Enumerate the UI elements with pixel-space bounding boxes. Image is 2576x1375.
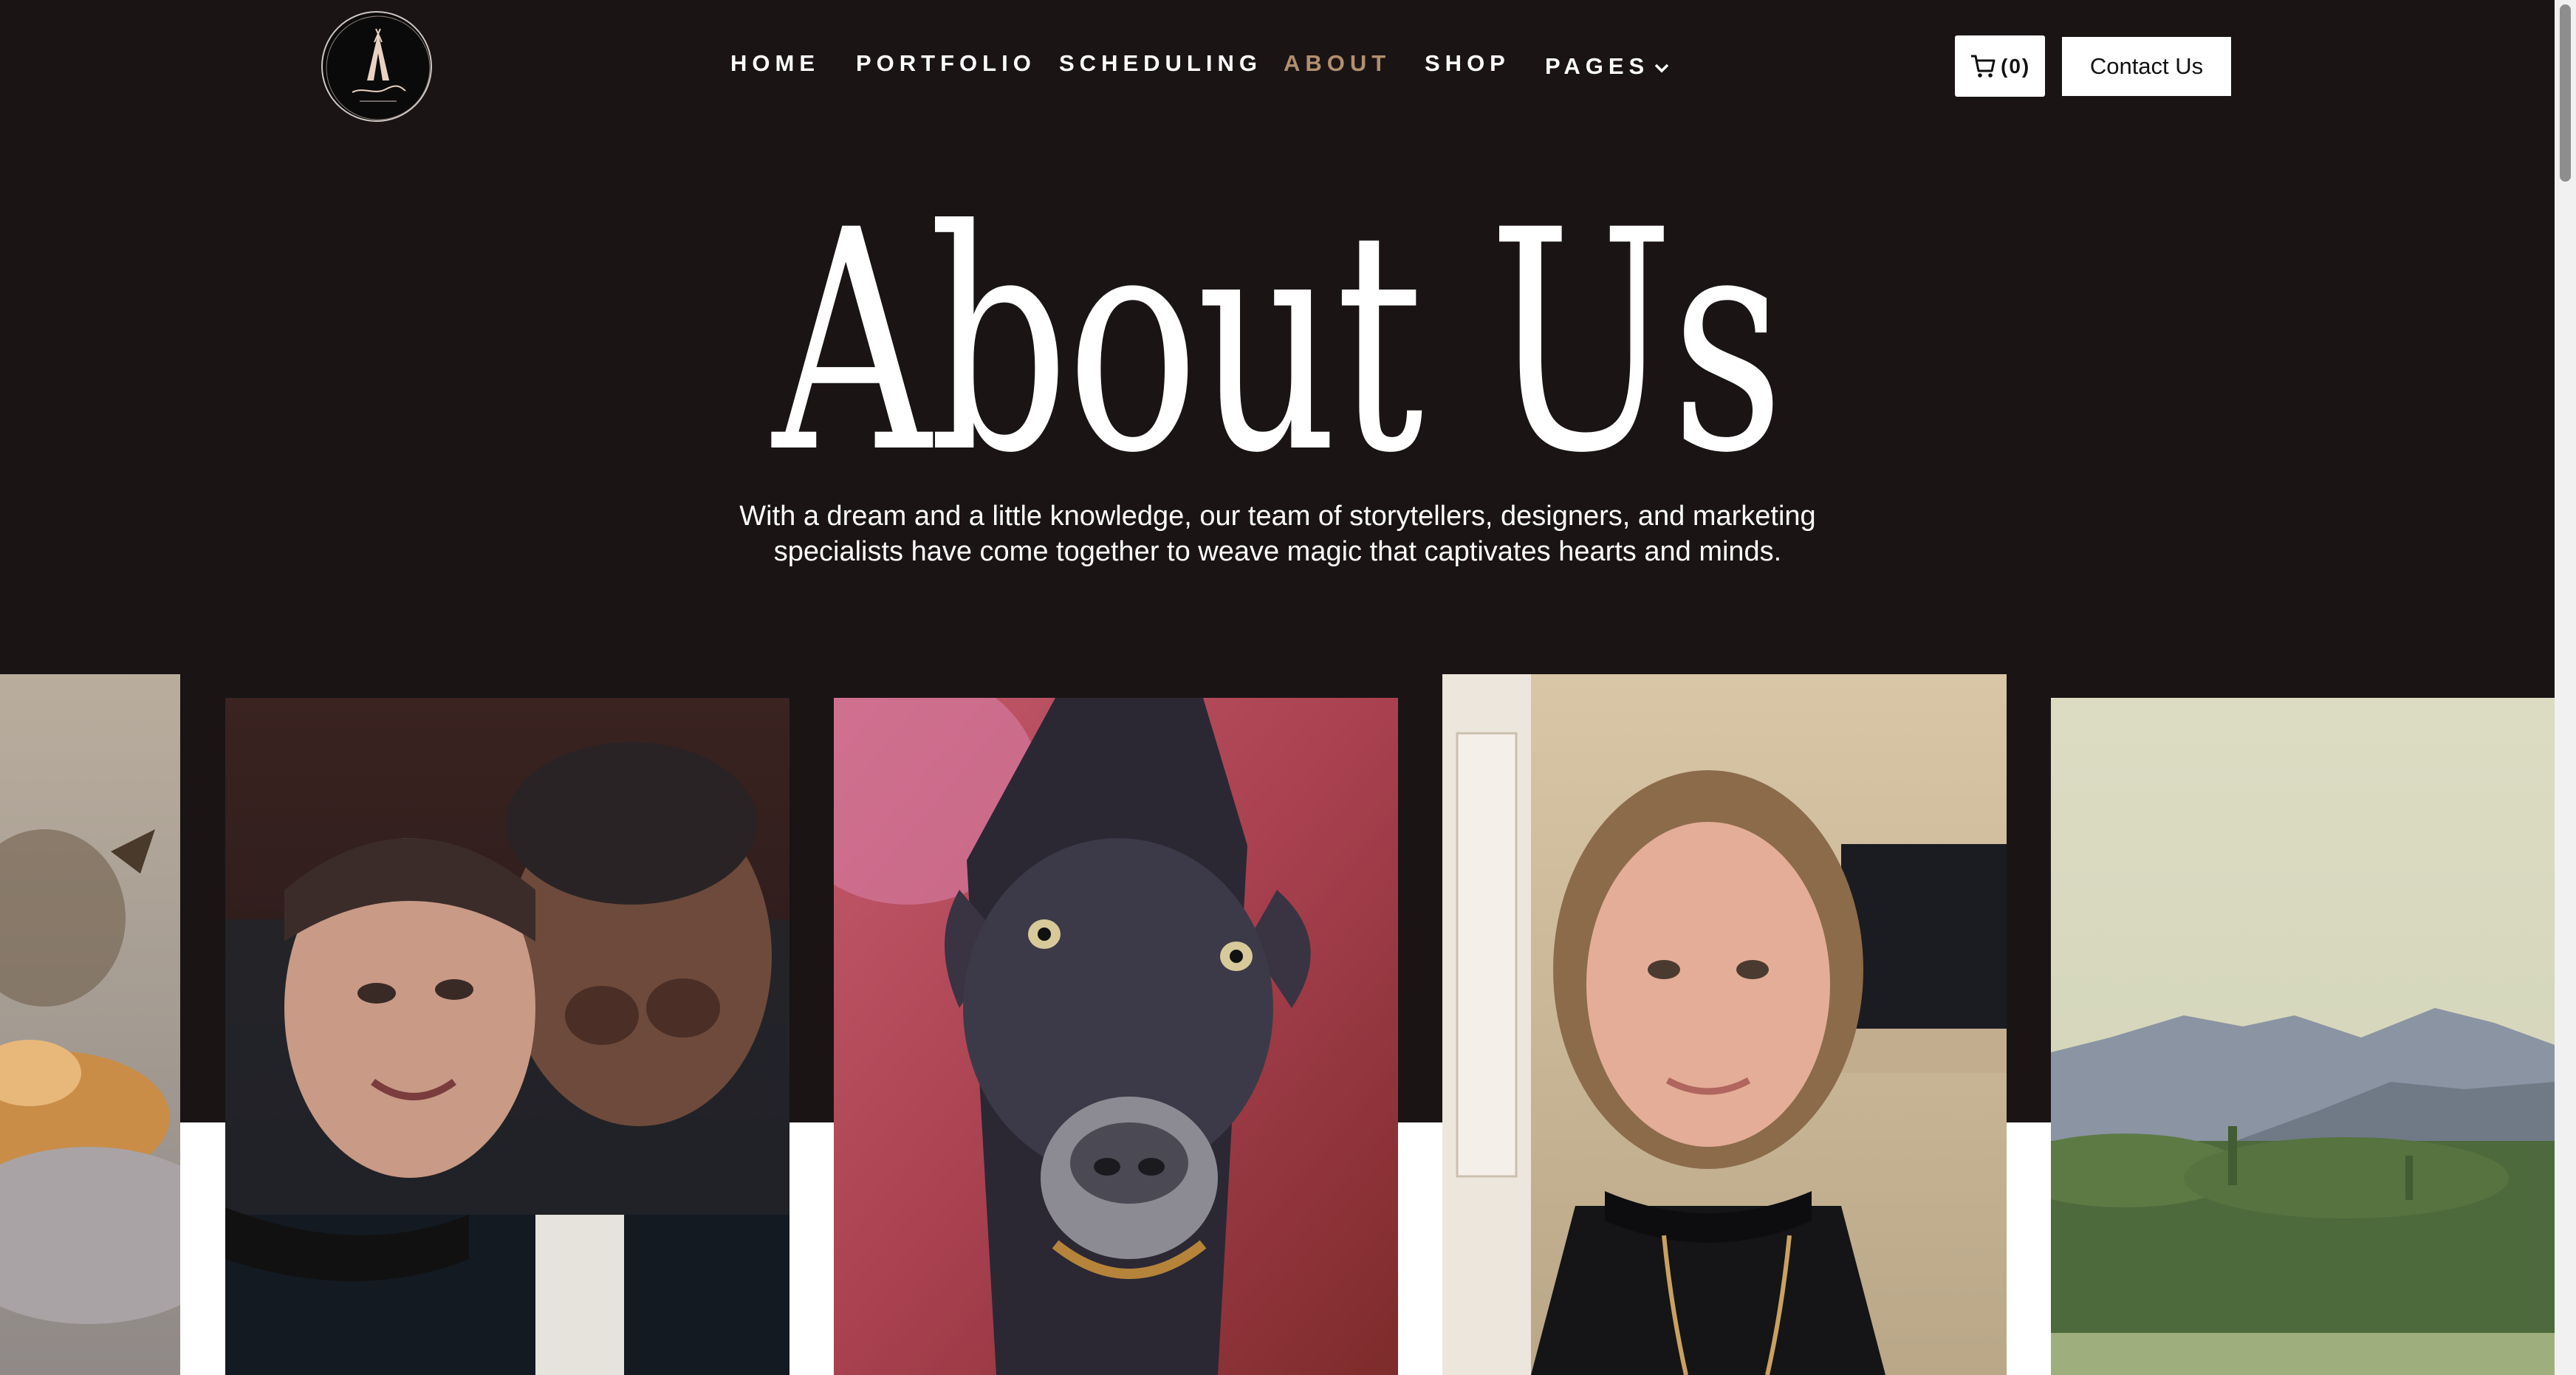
page-title: About Us <box>773 166 1784 520</box>
teepee-logo-icon <box>326 16 431 120</box>
page-subtitle: With a dream and a little knowledge, our… <box>739 501 1816 567</box>
nav-shop[interactable]: SHOP <box>1425 44 1510 83</box>
contact-us-button[interactable]: Contact Us <box>2062 37 2231 96</box>
cart-count: (0) <box>2001 55 2031 78</box>
gallery-photo-couple <box>225 698 789 1375</box>
nav-pages[interactable]: PAGES <box>1545 47 1670 86</box>
nav-scheduling[interactable]: SCHEDULING <box>1059 44 1262 83</box>
page: HOME PORTFOLIO SCHEDULING ABOUT SHOP PAG… <box>0 0 2555 1375</box>
chevron-down-icon <box>1654 64 1669 73</box>
scrollbar-thumb[interactable] <box>2560 4 2571 182</box>
gallery-photo-landscape <box>2051 698 2555 1375</box>
cart-icon <box>1971 55 1996 78</box>
nav-home[interactable]: HOME <box>730 44 820 83</box>
scrollbar-track[interactable] <box>2555 0 2576 1375</box>
gallery-photo-doberman <box>834 698 1398 1375</box>
gallery-photo-dog-partial <box>0 674 180 1375</box>
nav-pages-label: PAGES <box>1545 53 1650 79</box>
cart-button[interactable]: (0) <box>1955 35 2045 97</box>
nav-portfolio[interactable]: PORTFOLIO <box>856 44 1036 83</box>
gallery-photo-woman <box>1442 674 2007 1375</box>
nav-about[interactable]: ABOUT <box>1284 44 1391 83</box>
site-logo[interactable] <box>321 11 432 122</box>
